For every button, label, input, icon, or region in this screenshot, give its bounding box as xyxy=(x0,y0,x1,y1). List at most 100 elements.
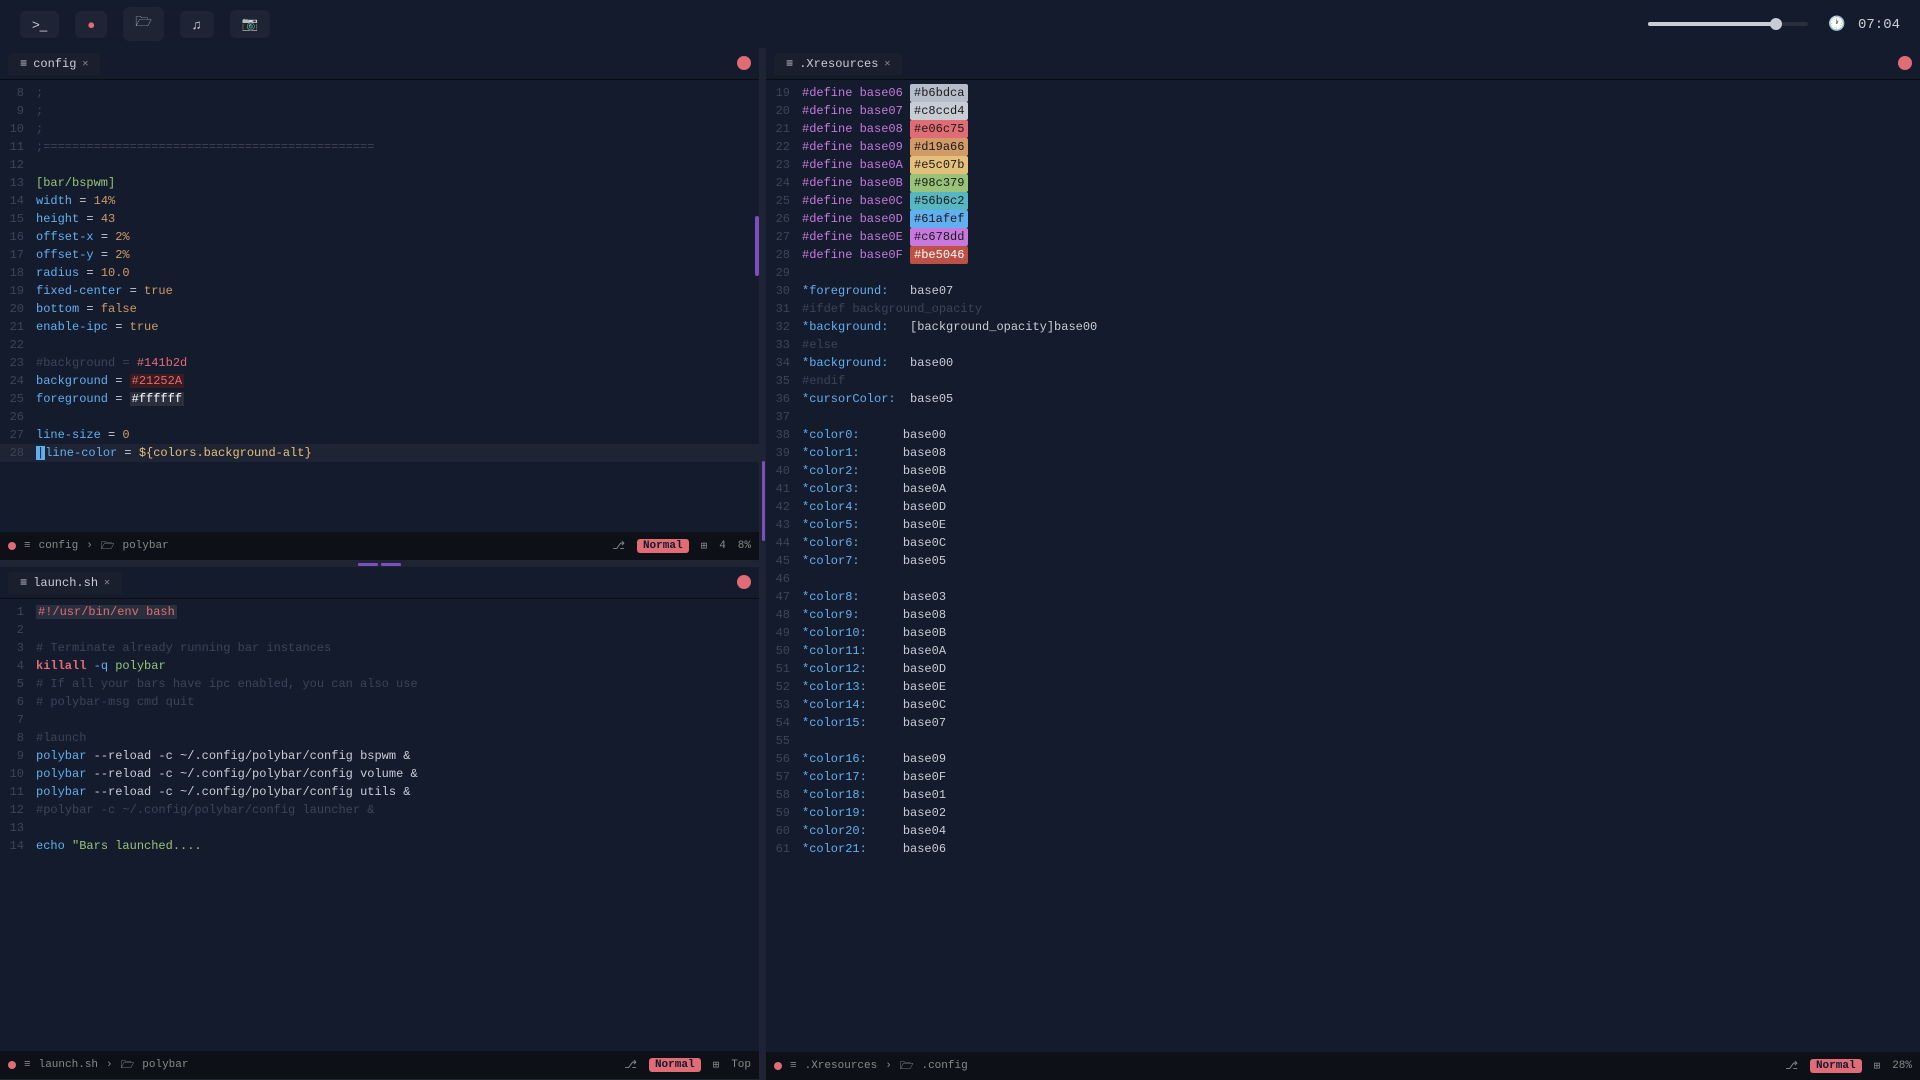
code-line: 19 fixed-center = true xyxy=(0,282,759,300)
xres-code-line: 47 *color8: base03 xyxy=(766,588,1920,606)
config-tab-close[interactable]: ✕ xyxy=(82,58,88,70)
xres-tab-close[interactable]: ✕ xyxy=(884,58,890,70)
camera-icon: 📷 xyxy=(242,16,259,32)
xres-code-line: 48 *color9: base08 xyxy=(766,606,1920,624)
music-button[interactable]: ♫ xyxy=(180,11,214,38)
main-area: ≡ config ✕ 8 ; 9 ; xyxy=(0,48,1920,1080)
launch-git-icon: ⎇ xyxy=(624,1058,637,1072)
code-line: 22 xyxy=(0,336,759,354)
code-line-foreground: 25 foreground = #ffffff xyxy=(0,390,759,408)
xres-code-lines: 19 #define base06 #b6bdca 20 #define bas… xyxy=(766,80,1920,862)
slider-track xyxy=(1648,22,1808,26)
volume-control[interactable] xyxy=(1648,22,1808,26)
window-close-btn[interactable] xyxy=(737,56,751,70)
camera-button[interactable]: 📷 xyxy=(230,10,271,38)
xres-code-line: 35 #endif xyxy=(766,372,1920,390)
code-line: 15 height = 43 xyxy=(0,210,759,228)
code-line: 23 #background = #141b2d xyxy=(0,354,759,372)
xres-code-line: 52 *color13: base0E xyxy=(766,678,1920,696)
config-code-content[interactable]: 8 ; 9 ; 10 ; 11 ;=======================… xyxy=(0,80,759,532)
code-line: 4 killall -q polybar xyxy=(0,657,759,675)
config-breadcrumb1: config xyxy=(39,540,79,552)
code-line: 17 offset-y = 2% xyxy=(0,246,759,264)
code-line: 20 bottom = false xyxy=(0,300,759,318)
terminal-button[interactable]: >_ xyxy=(20,11,59,38)
code-line: 10 ; xyxy=(0,120,759,138)
code-line: 13 [bar/bspwm] xyxy=(0,174,759,192)
xres-code-line: 41 *color3: base0A xyxy=(766,480,1920,498)
record-icon: ● xyxy=(87,17,95,32)
launch-tab-close[interactable]: ✕ xyxy=(104,577,110,589)
launch-code-lines: 1 #!/usr/bin/env bash 2 3 # Terminate al… xyxy=(0,599,759,859)
xres-code-line: 60 *color20: base04 xyxy=(766,822,1920,840)
xres-code-line: 32 *background: [background_opacity]base… xyxy=(766,318,1920,336)
xres-mode-badge: Normal xyxy=(1810,1059,1862,1073)
xres-tab[interactable]: ≡ .Xresources ✕ xyxy=(774,53,902,75)
xres-code-line: 31 #ifdef background_opacity xyxy=(766,300,1920,318)
code-line: 12 #polybar -c ~/.config/polybar/config … xyxy=(0,801,759,819)
record-button[interactable]: ● xyxy=(75,11,107,38)
status-right: ⎇ Normal ⊞ 4 8% xyxy=(612,539,751,553)
xres-code-line: 23 #define base0A #e5c07b xyxy=(766,156,1920,174)
xres-code-line: 59 *color19: base02 xyxy=(766,804,1920,822)
xres-code-line: 55 xyxy=(766,732,1920,750)
folder-icon-small: 🗁 xyxy=(101,537,115,556)
config-breadcrumb2: polybar xyxy=(122,540,168,552)
launch-window-close-btn[interactable] xyxy=(737,575,751,589)
code-line: 11 polybar --reload -c ~/.config/polybar… xyxy=(0,783,759,801)
code-line: 1 #!/usr/bin/env bash xyxy=(0,603,759,621)
topbar: >_ ● 🗁 ♫ 📷 🕐 07:04 xyxy=(0,0,1920,48)
xres-code-line: 25 #define base0C #56b6c2 xyxy=(766,192,1920,210)
code-line: 16 offset-x = 2% xyxy=(0,228,759,246)
xres-code-line: 46 xyxy=(766,570,1920,588)
left-panel: ≡ config ✕ 8 ; 9 ; xyxy=(0,48,760,1080)
xres-code-line: 45 *color7: base05 xyxy=(766,552,1920,570)
launch-code-content[interactable]: 1 #!/usr/bin/env bash 2 3 # Terminate al… xyxy=(0,599,759,1051)
launch-editor-pane: ≡ launch.sh ✕ 1 #!/usr/bin/env bash 2 xyxy=(0,567,759,1080)
topbar-right: 🕐 07:04 xyxy=(1648,16,1900,33)
xres-folder-icon: 🗁 xyxy=(900,1057,914,1076)
code-line: 14 width = 14% xyxy=(0,192,759,210)
config-tab[interactable]: ≡ config ✕ xyxy=(8,53,100,75)
scroll-indicator xyxy=(755,216,759,276)
grid-icon: ⊞ xyxy=(701,539,708,553)
xres-tab-label: .Xresources xyxy=(799,57,878,71)
xres-percent: 28% xyxy=(1892,1060,1912,1072)
code-line: 6 # polybar-msg cmd quit xyxy=(0,693,759,711)
xres-code-line: 29 xyxy=(766,264,1920,282)
xres-code-line: 54 *color15: base07 xyxy=(766,714,1920,732)
launch-tab-label: launch.sh xyxy=(33,576,98,590)
xres-window-close-btn[interactable] xyxy=(1898,56,1912,70)
launch-tab[interactable]: ≡ launch.sh ✕ xyxy=(8,572,122,594)
xres-code-line: 58 *color18: base01 xyxy=(766,786,1920,804)
launch-status-bar: ≡ launch.sh › 🗁 polybar ⎇ Normal ⊞ Top xyxy=(0,1051,759,1079)
xres-status-dot xyxy=(774,1062,782,1070)
music-icon: ♫ xyxy=(192,17,202,32)
launch-grid-icon: ⊞ xyxy=(713,1058,720,1072)
code-line: 21 enable-ipc = true xyxy=(0,318,759,336)
topbar-left: >_ ● 🗁 ♫ 📷 xyxy=(20,7,270,41)
xres-code-content[interactable]: 19 #define base06 #b6bdca 20 #define bas… xyxy=(766,80,1920,1052)
xres-code-line: 36 *cursorColor: base05 xyxy=(766,390,1920,408)
file-icon: ≡ xyxy=(20,57,27,71)
xres-file-icon: ≡ xyxy=(786,57,793,71)
divider-handle xyxy=(358,563,401,566)
xres-code-line: 57 *color17: base0F xyxy=(766,768,1920,786)
folder-icon: 🗁 xyxy=(135,13,152,35)
slider-thumb xyxy=(1770,18,1782,30)
xres-code-line: 37 xyxy=(766,408,1920,426)
code-line: 18 radius = 10.0 xyxy=(0,264,759,282)
launch-breadcrumb1: launch.sh xyxy=(39,1059,98,1071)
xres-code-line: 61 *color21: base06 xyxy=(766,840,1920,858)
files-button[interactable]: 🗁 xyxy=(123,7,164,41)
config-percent: 8% xyxy=(738,540,751,552)
divider-dot xyxy=(358,563,378,566)
xres-code-line: 26 #define base0D #61afef xyxy=(766,210,1920,228)
code-line: 9 polybar --reload -c ~/.config/polybar/… xyxy=(0,747,759,765)
xres-status-right: ⎇ Normal ⊞ 28% xyxy=(1785,1059,1912,1073)
status-dot xyxy=(8,542,16,550)
vertical-divider[interactable] xyxy=(760,48,766,1080)
code-line: 12 xyxy=(0,156,759,174)
terminal-icon: >_ xyxy=(32,17,47,32)
xres-code-line: 33 #else xyxy=(766,336,1920,354)
